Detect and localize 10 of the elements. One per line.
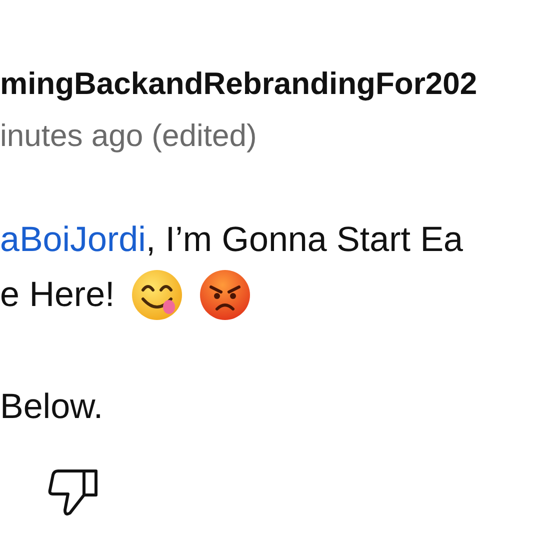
comment-text: e Here! [0,274,115,314]
author-name[interactable]: mingBackandRebrandingFor202 [0,62,478,106]
dislike-button[interactable] [48,468,100,518]
comment-text: Below. [0,386,104,426]
comment-text: , I’m Gonna Start Ea [146,220,464,260]
angry-emoji-icon [198,268,251,320]
comment-timestamp: inutes ago (edited) [0,117,257,155]
yum-emoji-icon [130,268,183,320]
mention-link[interactable]: aBoiJordi [0,220,146,260]
thumbs-down-icon [48,468,100,518]
